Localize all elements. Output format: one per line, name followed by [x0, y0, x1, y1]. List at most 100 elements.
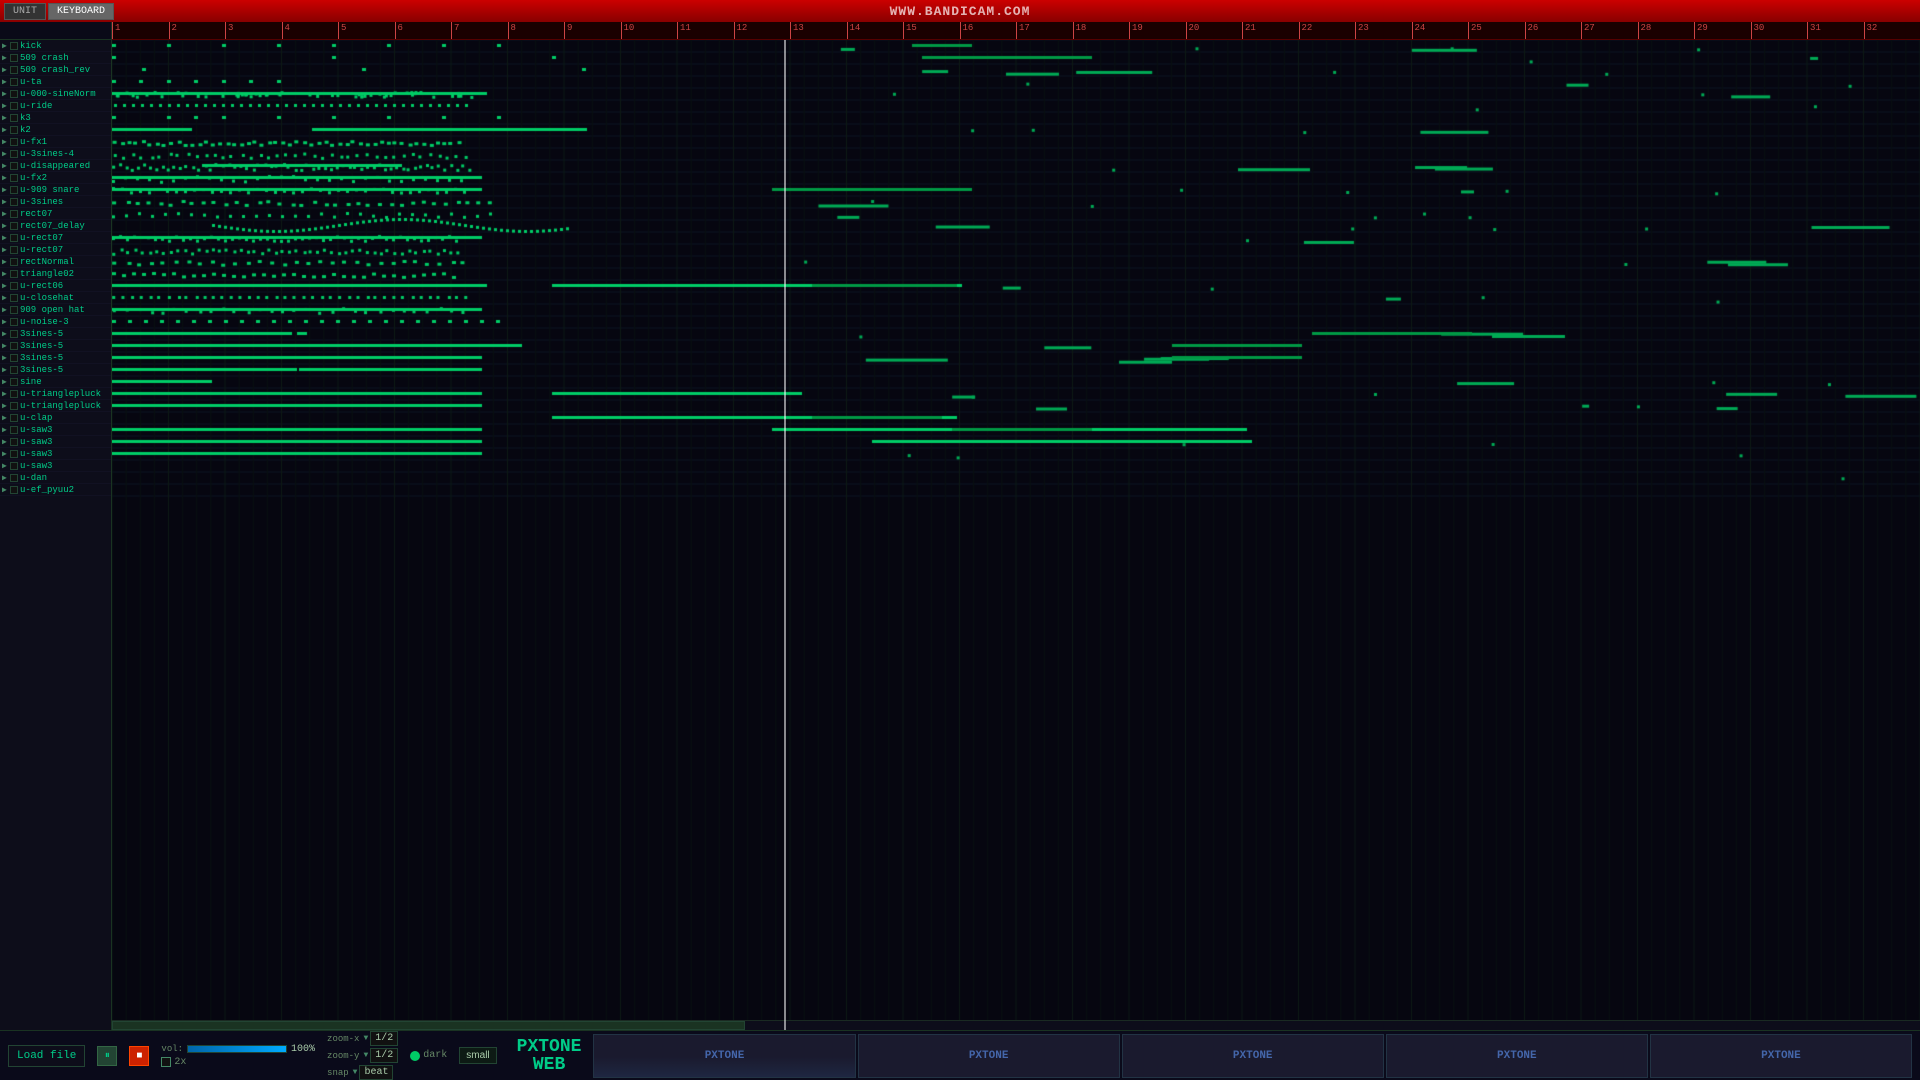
track-name: u-saw3 — [20, 437, 52, 447]
mute-button[interactable] — [10, 66, 18, 74]
track-row[interactable]: ▶ 3sines-5 — [0, 364, 111, 376]
mute-button[interactable] — [10, 234, 18, 242]
mute-button[interactable] — [10, 114, 18, 122]
mute-button[interactable] — [10, 342, 18, 350]
track-row[interactable]: ▶ u-closehat — [0, 292, 111, 304]
track-row[interactable]: ▶ kick — [0, 40, 111, 52]
track-name: 3sines-5 — [20, 329, 63, 339]
track-row[interactable]: ▶ u-ef_pyuu2 — [0, 484, 111, 496]
sequencer[interactable] — [112, 40, 1920, 1030]
track-row[interactable]: ▶ u-clap — [0, 412, 111, 424]
track-row[interactable]: ▶ 909 open hat — [0, 304, 111, 316]
track-row[interactable]: ▶ u-3sines-4 — [0, 148, 111, 160]
track-row[interactable]: ▶ u-noise-3 — [0, 316, 111, 328]
mute-button[interactable] — [10, 438, 18, 446]
track-row[interactable]: ▶ u-saw3 — [0, 448, 111, 460]
mute-button[interactable] — [10, 270, 18, 278]
expand-icon: ▶ — [2, 161, 10, 171]
mute-button[interactable] — [10, 354, 18, 362]
mute-button[interactable] — [10, 186, 18, 194]
track-row[interactable]: ▶ 509 crash_rev — [0, 64, 111, 76]
mute-button[interactable] — [10, 210, 18, 218]
mute-button[interactable] — [10, 198, 18, 206]
zoom-y-dropdown[interactable]: ▼ 1/2 — [363, 1048, 398, 1063]
dark-indicator[interactable]: dark — [410, 1050, 447, 1061]
mute-button[interactable] — [10, 486, 18, 494]
track-row[interactable]: ▶ k3 — [0, 112, 111, 124]
track-row[interactable]: ▶ u-ride — [0, 100, 111, 112]
track-row[interactable]: ▶ u-909 snare — [0, 184, 111, 196]
mute-button[interactable] — [10, 390, 18, 398]
note-canvas[interactable] — [112, 40, 1920, 1020]
mute-button[interactable] — [10, 162, 18, 170]
ruler-mark-8: 8 — [508, 22, 565, 39]
track-row[interactable]: ▶ u-saw3 — [0, 424, 111, 436]
track-row[interactable]: ▶ rect07_delay — [0, 220, 111, 232]
tab-keyboard[interactable]: KEYBOARD — [48, 3, 114, 20]
small-button[interactable]: small — [459, 1047, 496, 1064]
mute-button[interactable] — [10, 102, 18, 110]
2x-checkbox-box[interactable] — [161, 1057, 171, 1067]
mute-button[interactable] — [10, 138, 18, 146]
mute-button[interactable] — [10, 462, 18, 470]
track-row[interactable]: ▶ rectNormal — [0, 256, 111, 268]
mute-button[interactable] — [10, 90, 18, 98]
zoom-x-dropdown[interactable]: ▼ 1/2 — [363, 1031, 398, 1046]
track-row[interactable]: ▶ 509 crash — [0, 52, 111, 64]
mute-button[interactable] — [10, 282, 18, 290]
mute-button[interactable] — [10, 378, 18, 386]
scrollbar-thumb[interactable] — [112, 1021, 745, 1030]
mute-button[interactable] — [10, 426, 18, 434]
track-row[interactable]: ▶ u-dan — [0, 472, 111, 484]
volume-bar[interactable] — [187, 1045, 287, 1053]
mute-button[interactable] — [10, 414, 18, 422]
track-row[interactable]: ▶ u-saw3 — [0, 460, 111, 472]
track-row[interactable]: ▶ u-rect07 — [0, 232, 111, 244]
mute-button[interactable] — [10, 402, 18, 410]
2x-checkbox[interactable]: 2x — [161, 1057, 186, 1068]
track-row[interactable]: ▶ u-disappeared — [0, 160, 111, 172]
track-row[interactable]: ▶ u-ta — [0, 76, 111, 88]
track-row[interactable]: ▶ u-saw3 — [0, 436, 111, 448]
track-row[interactable]: ▶ u-rect07 — [0, 244, 111, 256]
track-row[interactable]: ▶ u-trianglepluck — [0, 388, 111, 400]
track-row[interactable]: ▶ u-rect06 — [0, 280, 111, 292]
track-row[interactable]: ▶ rect07 — [0, 208, 111, 220]
track-row[interactable]: ▶ 3sines-5 — [0, 340, 111, 352]
mute-button[interactable] — [10, 306, 18, 314]
expand-icon: ▶ — [2, 173, 10, 183]
mute-button[interactable] — [10, 54, 18, 62]
track-row[interactable]: ▶ u-trianglepluck — [0, 400, 111, 412]
mute-button[interactable] — [10, 42, 18, 50]
track-name: u-clap — [20, 413, 52, 423]
track-row[interactable]: ▶ u-3sines — [0, 196, 111, 208]
track-row[interactable]: ▶ triangle02 — [0, 268, 111, 280]
track-row[interactable]: ▶ u-000-sineNorm — [0, 88, 111, 100]
mute-button[interactable] — [10, 318, 18, 326]
mute-button[interactable] — [10, 294, 18, 302]
mute-button[interactable] — [10, 222, 18, 230]
mute-button[interactable] — [10, 330, 18, 338]
track-row[interactable]: ▶ u-fx1 — [0, 136, 111, 148]
mute-button[interactable] — [10, 366, 18, 374]
track-row[interactable]: ▶ 3sines-5 — [0, 352, 111, 364]
snap-dropdown[interactable]: ▼ beat — [353, 1065, 394, 1080]
mute-button[interactable] — [10, 78, 18, 86]
mute-button[interactable] — [10, 258, 18, 266]
pxtone-logo: PXTONE WEB — [517, 1038, 582, 1074]
mute-button[interactable] — [10, 126, 18, 134]
track-row[interactable]: ▶ k2 — [0, 124, 111, 136]
track-row[interactable]: ▶ u-fx2 — [0, 172, 111, 184]
load-file-button[interactable]: Load file — [8, 1045, 85, 1067]
mute-button[interactable] — [10, 174, 18, 182]
mute-button[interactable] — [10, 150, 18, 158]
tab-unit[interactable]: UNIT — [4, 3, 46, 20]
track-row[interactable]: ▶ sine — [0, 376, 111, 388]
stop-button[interactable]: ■ — [129, 1046, 149, 1066]
mute-button[interactable] — [10, 450, 18, 458]
mute-button[interactable] — [10, 474, 18, 482]
horizontal-scrollbar[interactable] — [112, 1020, 1920, 1030]
play-pause-button[interactable]: ⏸ — [97, 1046, 117, 1066]
track-row[interactable]: ▶ 3sines-5 — [0, 328, 111, 340]
mute-button[interactable] — [10, 246, 18, 254]
